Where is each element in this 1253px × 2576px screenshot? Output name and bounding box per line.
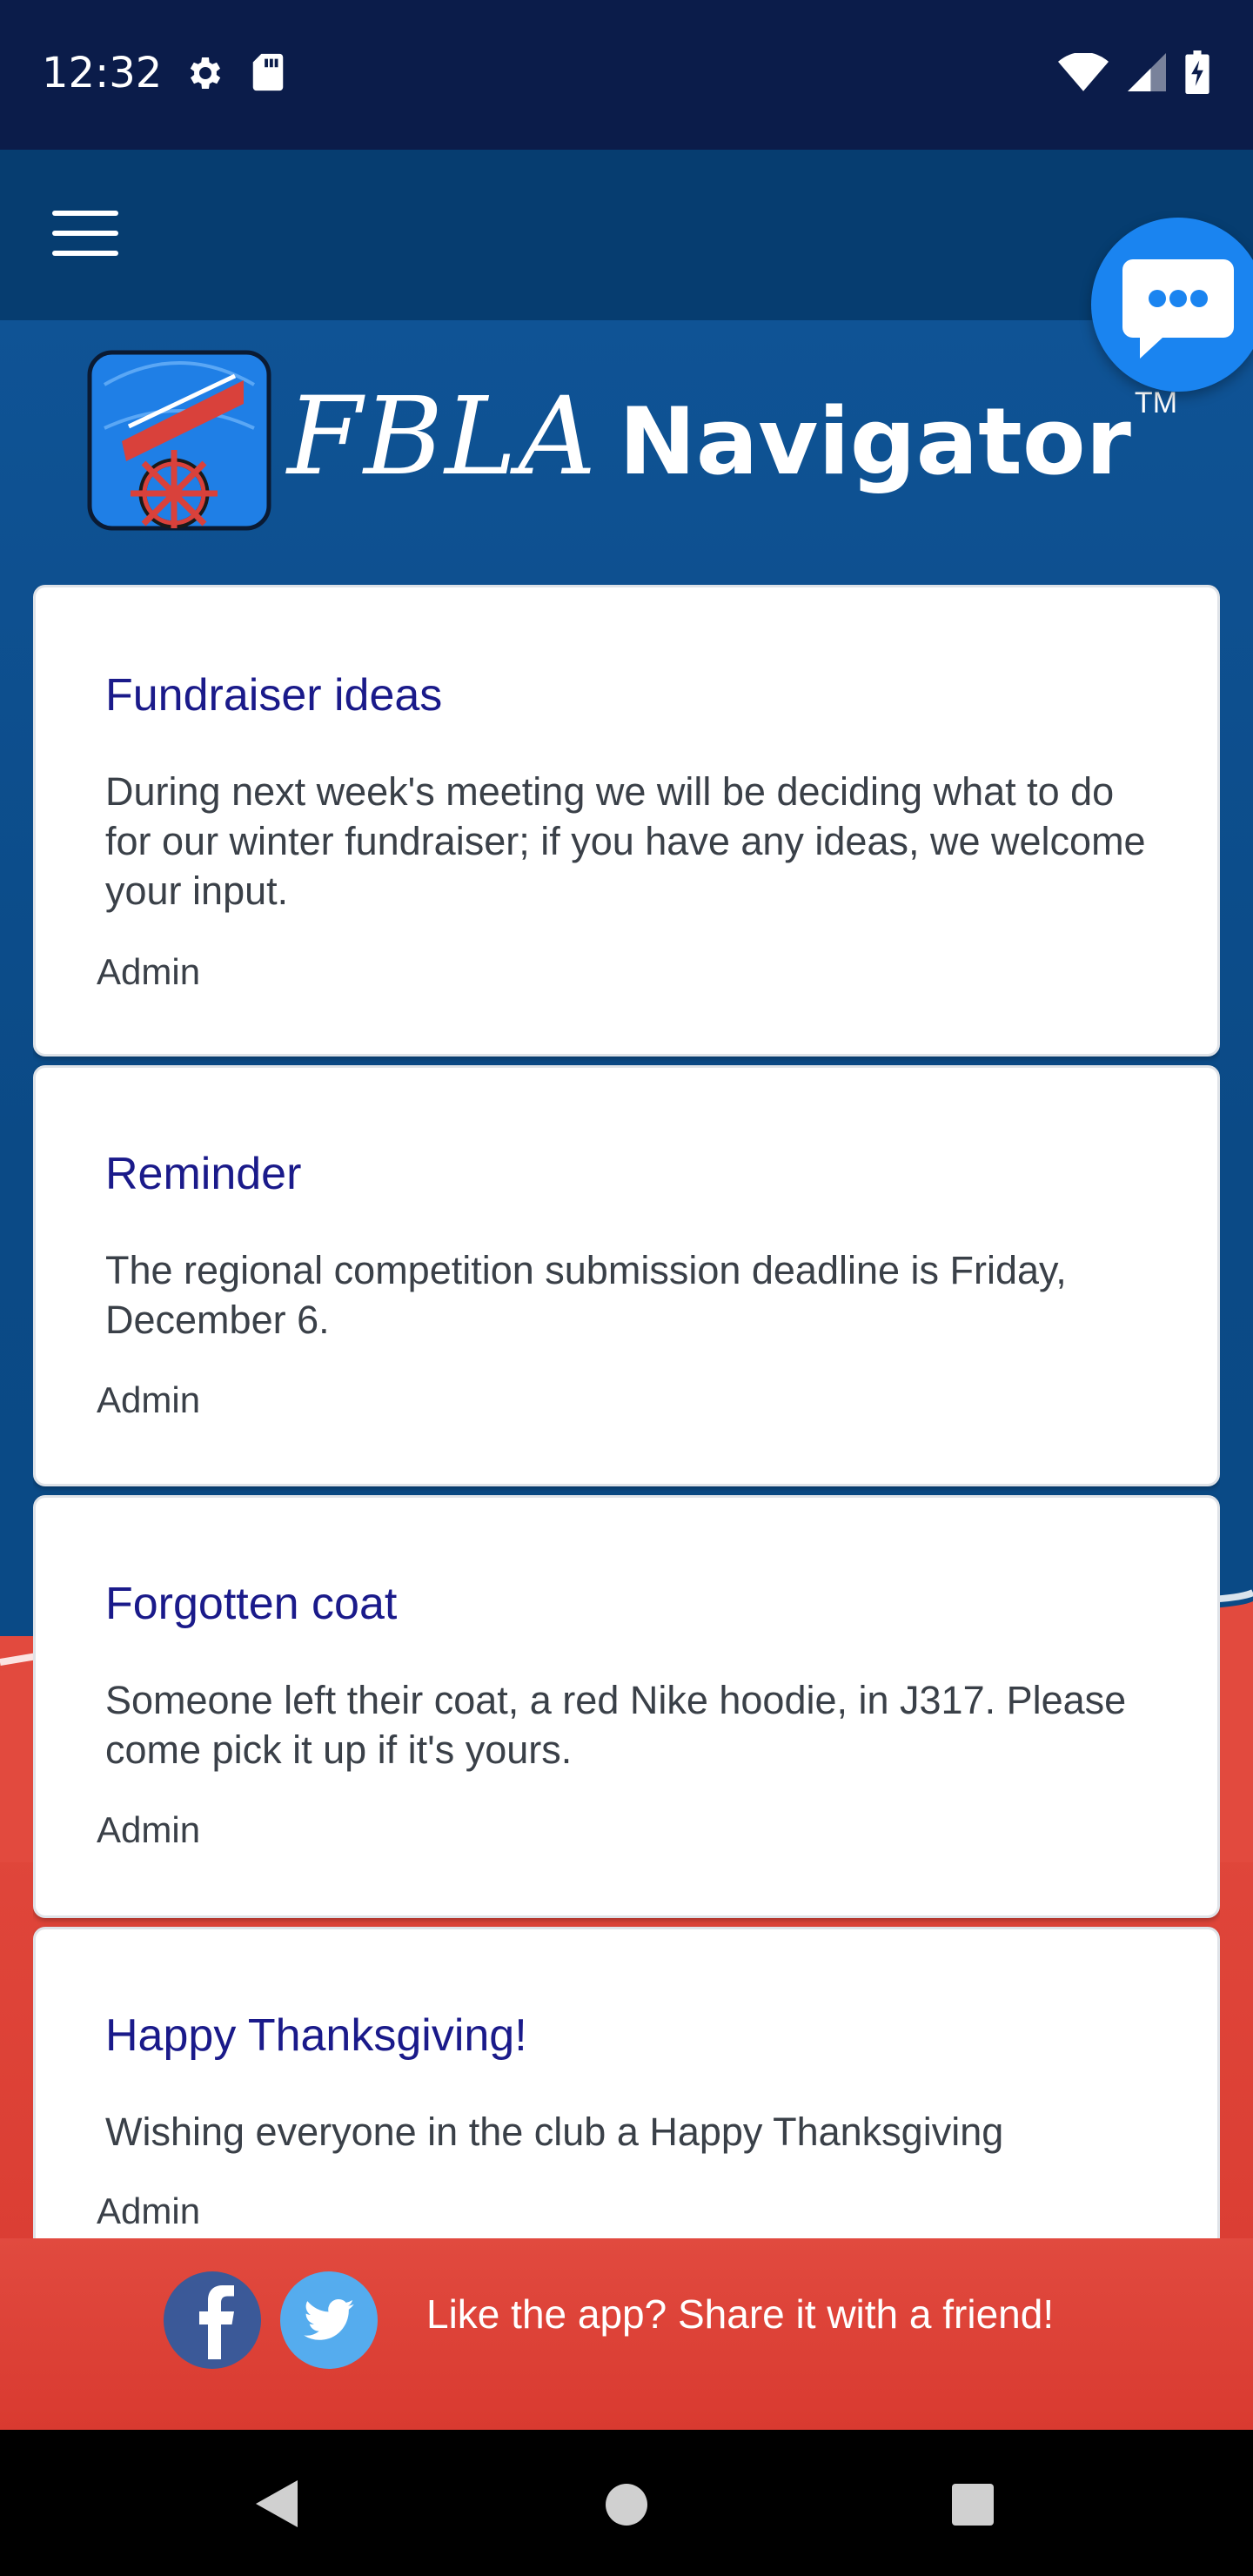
hamburger-menu-icon[interactable] (52, 211, 118, 259)
logo-product: Navigator (619, 388, 1131, 495)
app-logo-wordmark: FBLA Navigator TM (287, 374, 1177, 505)
share-message: Like the app? Share it with a friend! (426, 2291, 1055, 2337)
wifi-icon (1058, 53, 1109, 91)
back-icon[interactable] (252, 2477, 301, 2531)
announcement-card[interactable]: Forgotten coat Someone left their coat, … (33, 1495, 1220, 1918)
chat-bubble-icon (1122, 259, 1234, 359)
chat-button[interactable] (1091, 218, 1253, 392)
announcement-title: Fundraiser ideas (105, 670, 443, 721)
announcement-author: Admin (97, 1379, 201, 1420)
share-bar: Like the app? Share it with a friend! (0, 2238, 1253, 2430)
announcement-title: Forgotten coat (105, 1579, 398, 1629)
status-bar: 12:32 (0, 0, 1253, 150)
signal-icon (1128, 53, 1166, 91)
status-icons-left (183, 52, 285, 94)
battery-charging-icon (1185, 50, 1209, 94)
sd-card-icon (252, 53, 284, 91)
facebook-icon (199, 2285, 234, 2359)
announcement-body: Someone left their coat, a red Nike hood… (105, 1678, 1127, 1772)
announcement-author: Admin (97, 2190, 201, 2231)
announcement-title: Reminder (105, 1149, 302, 1199)
status-time: 12:32 (42, 49, 163, 97)
announcement-title: Happy Thanksgiving! (105, 2010, 527, 2061)
announcement-author: Admin (97, 1809, 201, 1850)
gear-icon (190, 57, 221, 89)
twitter-share-button[interactable] (280, 2271, 378, 2369)
app-logo-icon (87, 350, 271, 531)
announcement-body: The regional competition submission dead… (105, 1248, 1067, 1342)
announcement-body: During next week's meeting we will be de… (105, 769, 1146, 913)
home-icon[interactable] (604, 2482, 649, 2527)
announcement-body: Wishing everyone in the club a Happy Tha… (105, 2110, 1004, 2154)
app-bar (0, 150, 1253, 320)
system-nav-bar (0, 2430, 1253, 2576)
recents-icon[interactable] (950, 2482, 995, 2527)
status-icons-right (1058, 50, 1209, 94)
facebook-share-button[interactable] (164, 2271, 261, 2369)
announcement-feed[interactable]: Fundraiser ideas During next week's meet… (33, 585, 1220, 2238)
announcement-card[interactable]: Happy Thanksgiving! Wishing everyone in … (33, 1927, 1220, 2238)
twitter-icon (304, 2299, 354, 2340)
announcement-card[interactable]: Reminder The regional competition submis… (33, 1065, 1220, 1486)
announcement-author: Admin (97, 951, 201, 992)
announcement-card[interactable]: Fundraiser ideas During next week's meet… (33, 585, 1220, 1057)
logo-brand: FBLA (287, 374, 599, 500)
